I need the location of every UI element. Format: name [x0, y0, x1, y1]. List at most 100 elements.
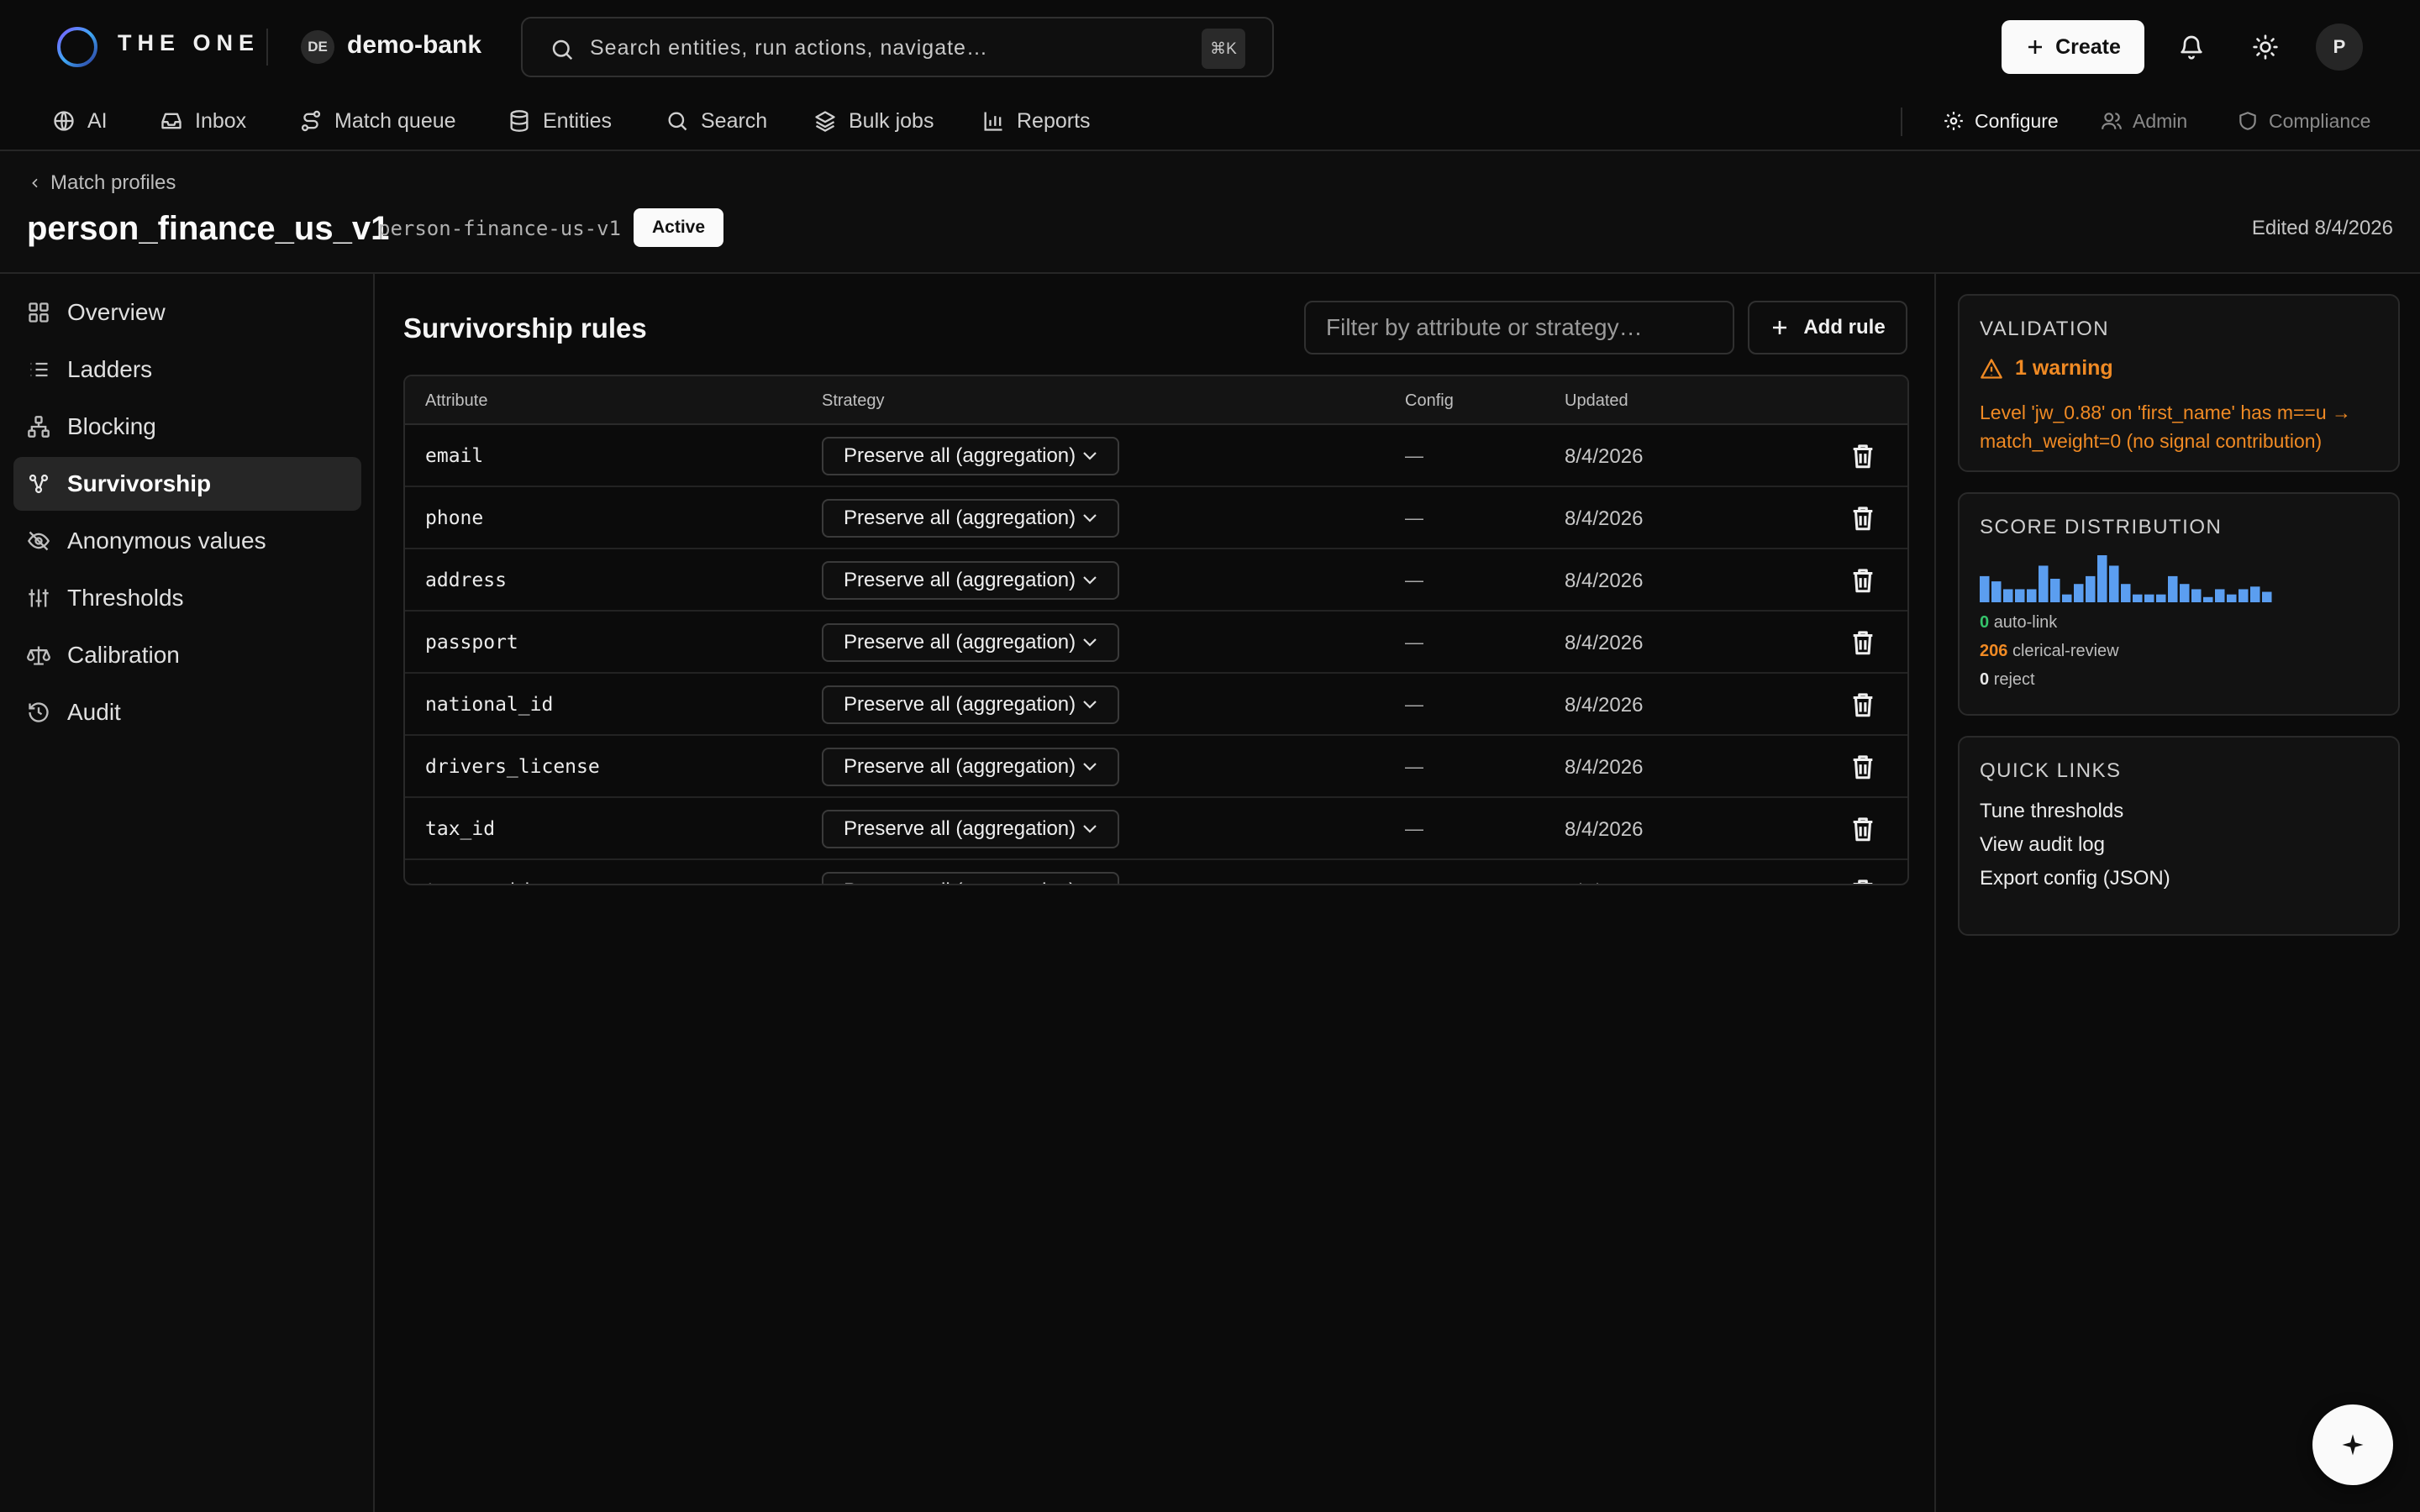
- histogram-bar: [2062, 594, 2072, 602]
- gear-icon: [1944, 112, 1963, 130]
- database-icon: [510, 110, 529, 132]
- delete-rule-icon[interactable]: [1849, 753, 1877, 781]
- histogram-bar: [2050, 579, 2060, 602]
- histogram-bar: [2203, 596, 2213, 602]
- strategy-value: Preserve all (aggregation): [844, 817, 1076, 840]
- workspace-name[interactable]: demo-bank: [347, 31, 481, 60]
- delete-rule-icon[interactable]: [1849, 442, 1877, 470]
- sidebar-item-survivorship[interactable]: Survivorship: [13, 457, 361, 511]
- histogram-bar: [2121, 584, 2131, 602]
- attribute-cell: tax_residency: [425, 880, 576, 884]
- layers-icon: [815, 111, 835, 132]
- sidebar-item-blocking[interactable]: Blocking: [13, 400, 361, 454]
- updated-cell: 8/4/2026: [1565, 694, 1644, 717]
- strategy-select[interactable]: Preserve all (aggregation): [822, 623, 1119, 662]
- plus-icon: [2028, 40, 2043, 54]
- column-header-attribute[interactable]: Attribute: [425, 391, 487, 411]
- sidebar-item-label: Calibration: [67, 642, 180, 668]
- column-header-updated[interactable]: Updated: [1565, 391, 1628, 411]
- chevron-down-icon: [1083, 576, 1097, 585]
- strategy-select[interactable]: Preserve all (aggregation): [822, 499, 1119, 538]
- sidebar-item-calibration[interactable]: Calibration: [13, 628, 361, 682]
- histogram-bar: [2144, 594, 2154, 602]
- config-cell: —: [1405, 818, 1423, 839]
- chevron-down-icon: [1083, 638, 1097, 647]
- nav-item-match-queue[interactable]: Match queue: [299, 106, 456, 136]
- delete-rule-icon[interactable]: [1849, 628, 1877, 657]
- search-icon: [552, 39, 573, 60]
- reject-count: 0: [1980, 670, 1990, 689]
- auto-link-count: 0: [1980, 613, 1990, 632]
- column-header-strategy[interactable]: Strategy: [822, 391, 884, 411]
- nav-item-admin[interactable]: Admin: [2101, 106, 2187, 136]
- edited-date: Edited 8/4/2026: [2251, 217, 2393, 239]
- column-header-config[interactable]: Config: [1405, 391, 1454, 411]
- nav-item-search[interactable]: Search: [666, 106, 767, 136]
- user-avatar[interactable]: P: [2316, 24, 2363, 71]
- bell-icon: [2181, 35, 2202, 60]
- config-cell: —: [1405, 570, 1423, 591]
- ai-assistant-button[interactable]: [2312, 1404, 2393, 1485]
- add-rule-button[interactable]: Add rule: [1748, 301, 1907, 354]
- updated-cell: 8/4/2026: [1565, 632, 1644, 654]
- config-cell: —: [1405, 507, 1423, 528]
- strategy-select[interactable]: Preserve all (aggregation): [822, 437, 1119, 475]
- divider: [266, 29, 268, 66]
- strategy-select[interactable]: Preserve all (aggregation): [822, 685, 1119, 724]
- page-title: person_finance_us_v1: [27, 210, 390, 247]
- histogram-bar: [2039, 565, 2049, 602]
- sidebar-item-anonymous-values[interactable]: Anonymous values: [13, 514, 361, 568]
- warning-count[interactable]: 1 warning: [1980, 356, 2113, 381]
- global-search[interactable]: ⌘K: [521, 17, 1274, 77]
- sidebar-item-ladders[interactable]: Ladders: [13, 343, 361, 396]
- attribute-cell: address: [425, 570, 507, 591]
- nav-item-label: Admin: [2133, 109, 2188, 132]
- delete-rule-icon[interactable]: [1849, 504, 1877, 533]
- nav-item-compliance[interactable]: Compliance: [2237, 106, 2370, 136]
- quick-link-view-audit-log[interactable]: View audit log: [1980, 833, 2105, 857]
- nav-item-label: AI: [87, 108, 108, 133]
- histogram-bar: [2097, 555, 2107, 602]
- histogram-bar: [2109, 565, 2119, 602]
- nav-item-inbox[interactable]: Inbox: [160, 106, 246, 136]
- shortcut-badge: ⌘K: [1202, 29, 1245, 69]
- rule-filter-input[interactable]: [1304, 301, 1734, 354]
- delete-rule-icon[interactable]: [1849, 815, 1877, 843]
- sidebar-item-overview[interactable]: Overview: [13, 286, 361, 339]
- strategy-select[interactable]: Preserve all (aggregation): [822, 561, 1119, 600]
- theme-toggle-button[interactable]: [2244, 25, 2287, 69]
- nav-item-entities[interactable]: Entities: [508, 106, 612, 136]
- workspace-badge[interactable]: DE: [301, 30, 334, 64]
- delete-rule-icon[interactable]: [1849, 690, 1877, 719]
- breadcrumb[interactable]: Match profiles: [29, 171, 176, 195]
- section-sidebar: Overview Ladders Blocking Survivorship A…: [0, 274, 375, 1512]
- auto-link-stat: 0 auto-link: [1980, 613, 2057, 633]
- nav-item-label: Reports: [1017, 108, 1091, 133]
- nav-item-configure[interactable]: Configure: [1943, 106, 2059, 136]
- histogram-bar: [2238, 589, 2249, 602]
- quick-link-export-config[interactable]: Export config (JSON): [1980, 867, 2170, 890]
- history-icon: [29, 702, 49, 722]
- notifications-button[interactable]: [2170, 25, 2213, 69]
- strategy-select[interactable]: Preserve all (aggregation): [822, 748, 1119, 786]
- sidebar-item-thresholds[interactable]: Thresholds: [13, 571, 361, 625]
- inbox-icon: [161, 113, 182, 129]
- nav-item-ai[interactable]: AI: [52, 106, 108, 136]
- quick-link-tune-thresholds[interactable]: Tune thresholds: [1980, 800, 2123, 823]
- score-histogram: [1980, 555, 2272, 602]
- strategy-select[interactable]: Preserve all (aggregation): [822, 872, 1119, 884]
- users-icon: [2102, 113, 2122, 129]
- nav-item-bulk-jobs[interactable]: Bulk jobs: [813, 106, 934, 136]
- sidebar-item-label: Audit: [67, 699, 121, 725]
- table-row: passport Preserve all (aggregation) — 8/4/2…: [405, 612, 1907, 674]
- clerical-review-count: 206: [1980, 642, 2008, 660]
- delete-rule-icon[interactable]: [1849, 566, 1877, 595]
- create-button[interactable]: Create: [2002, 20, 2144, 74]
- sidebar-item-audit[interactable]: Audit: [13, 685, 361, 739]
- global-search-input[interactable]: [590, 30, 1094, 66]
- strategy-select[interactable]: Preserve all (aggregation): [822, 810, 1119, 848]
- delete-rule-icon[interactable]: [1849, 877, 1877, 885]
- nav-item-reports[interactable]: Reports: [981, 106, 1091, 136]
- histogram-bar: [2086, 575, 2096, 602]
- logo-icon[interactable]: [54, 24, 101, 71]
